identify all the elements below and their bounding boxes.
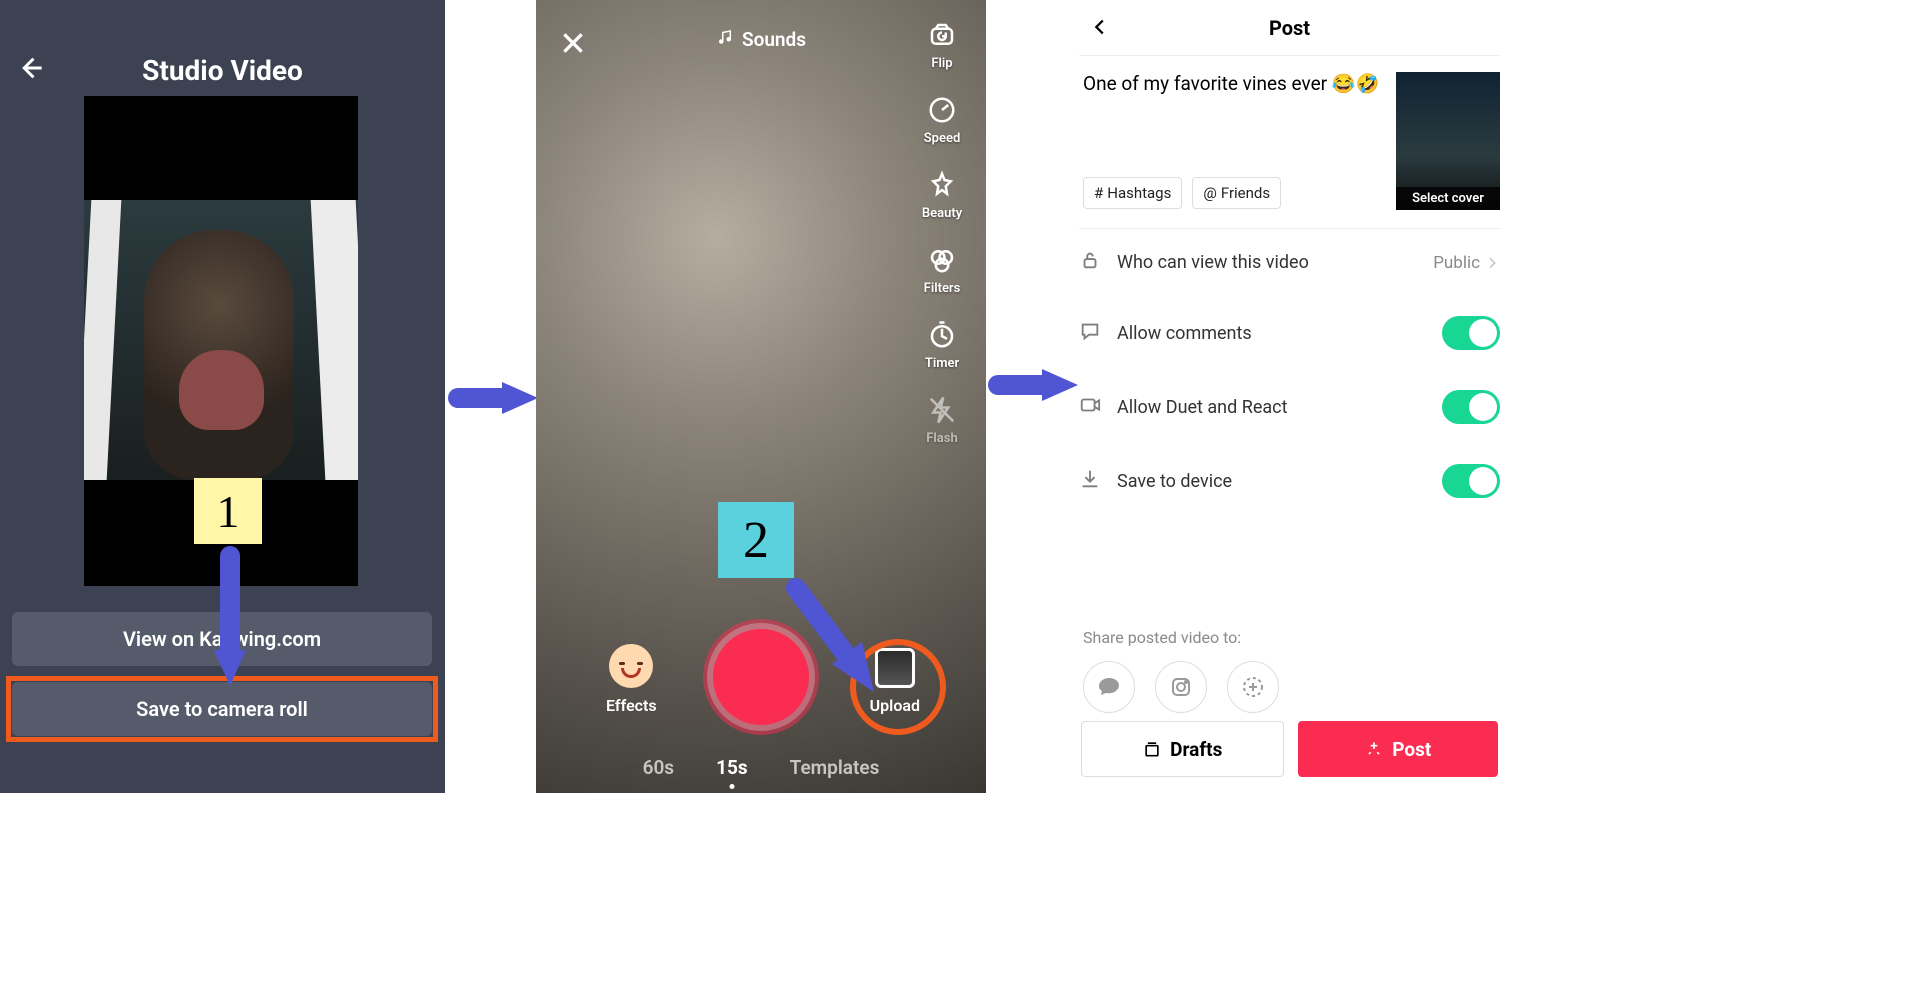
privacy-value: Public	[1433, 253, 1500, 273]
effects-face-icon	[609, 644, 653, 688]
mode-templates[interactable]: Templates	[790, 756, 880, 779]
timer-icon	[927, 320, 957, 350]
share-instagram-button[interactable]	[1155, 661, 1207, 713]
comment-icon	[1079, 320, 1101, 347]
camera-screen: Sounds Flip Speed Beauty Filters Timer F…	[536, 0, 986, 793]
share-icons-row	[1079, 661, 1500, 713]
post-header: Post	[1079, 0, 1500, 56]
annotation-arrow-1to2	[452, 378, 542, 422]
mode-60s[interactable]: 60s	[643, 756, 674, 779]
at-icon: @	[1203, 184, 1216, 202]
share-message-button[interactable]	[1083, 661, 1135, 713]
privacy-row[interactable]: Who can view this video Public	[1079, 229, 1500, 296]
message-bubble-icon	[1097, 675, 1121, 699]
filters-label: Filters	[924, 281, 961, 296]
duet-icon	[1079, 394, 1101, 421]
post-footer: Drafts Post	[1079, 721, 1500, 777]
share-label: Share posted video to:	[1079, 628, 1500, 647]
flip-label: Flip	[931, 56, 952, 71]
post-sparkle-icon	[1364, 739, 1384, 759]
drafts-button[interactable]: Drafts	[1081, 721, 1284, 777]
duration-modes: 60s 15s Templates	[536, 756, 986, 779]
annotation-arrow-2to3	[992, 365, 1082, 409]
speed-button[interactable]: Speed	[924, 95, 961, 146]
friends-chip[interactable]: @ Friends	[1192, 177, 1281, 209]
sounds-label: Sounds	[742, 28, 806, 51]
post-button[interactable]: Post	[1298, 721, 1499, 777]
allow-duet-toggle[interactable]	[1442, 390, 1500, 424]
add-more-icon	[1241, 675, 1265, 699]
allow-duet-row: Allow Duet and React	[1079, 370, 1500, 444]
post-label: Post	[1392, 738, 1431, 761]
cover-thumbnail[interactable]: Select cover	[1396, 72, 1500, 210]
flash-button[interactable]: Flash	[926, 395, 957, 446]
hashtags-chip-label: Hashtags	[1107, 184, 1171, 202]
save-device-row: Save to device	[1079, 444, 1500, 518]
share-more-button[interactable]	[1227, 661, 1279, 713]
speed-label: Speed	[924, 131, 961, 146]
flash-icon	[927, 395, 957, 425]
speed-icon	[927, 95, 957, 125]
drafts-icon	[1142, 739, 1162, 759]
music-note-icon	[716, 28, 734, 51]
timer-label: Timer	[925, 356, 959, 371]
friends-chip-label: Friends	[1221, 184, 1270, 202]
flip-icon	[927, 20, 957, 50]
caption-area: One of my favorite vines ever 😂🤣 #Hashta…	[1079, 56, 1500, 229]
step-badge-1: 1	[194, 478, 262, 544]
allow-duet-label: Allow Duet and React	[1117, 397, 1426, 418]
effects-label: Effects	[606, 696, 657, 715]
allow-comments-toggle[interactable]	[1442, 316, 1500, 350]
allow-comments-row: Allow comments	[1079, 296, 1500, 370]
save-device-toggle[interactable]	[1442, 464, 1500, 498]
save-device-label: Save to device	[1117, 471, 1426, 492]
annotation-arrow-step2	[784, 576, 894, 710]
flash-label: Flash	[926, 431, 957, 446]
drafts-label: Drafts	[1170, 738, 1222, 761]
instagram-icon	[1169, 675, 1193, 699]
hash-icon: #	[1094, 184, 1103, 202]
step-badge-2: 2	[718, 502, 794, 578]
chevron-right-icon	[1484, 255, 1500, 271]
post-screen: Post One of my favorite vines ever 😂🤣 #H…	[1079, 0, 1500, 793]
filters-icon	[927, 245, 957, 275]
privacy-label: Who can view this video	[1117, 252, 1417, 273]
download-icon	[1079, 468, 1101, 495]
studio-title: Studio Video	[142, 54, 303, 87]
flip-button[interactable]: Flip	[927, 20, 957, 71]
annotation-arrow-step1	[210, 546, 250, 700]
filters-button[interactable]: Filters	[924, 245, 961, 296]
post-title: Post	[1269, 16, 1310, 40]
beauty-label: Beauty	[922, 206, 962, 221]
video-frame	[84, 200, 358, 480]
mode-15s[interactable]: 15s	[716, 756, 748, 779]
back-chevron-icon[interactable]	[1089, 16, 1111, 42]
studio-header: Studio Video	[0, 0, 445, 100]
lock-icon	[1079, 249, 1101, 276]
camera-bottom-bar: Effects Upload 60s 15s Templates	[536, 613, 986, 793]
select-cover-label: Select cover	[1396, 187, 1500, 210]
beauty-icon	[927, 170, 957, 200]
beauty-button[interactable]: Beauty	[922, 170, 962, 221]
timer-button[interactable]: Timer	[925, 320, 959, 371]
allow-comments-label: Allow comments	[1117, 323, 1426, 344]
hashtags-chip[interactable]: #Hashtags	[1083, 177, 1182, 209]
camera-side-toolbar: Flip Speed Beauty Filters Timer Flash	[912, 20, 972, 446]
caption-text[interactable]: One of my favorite vines ever 😂🤣	[1083, 72, 1382, 97]
effects-button[interactable]: Effects	[606, 644, 657, 715]
back-arrow-icon[interactable]	[16, 54, 44, 86]
